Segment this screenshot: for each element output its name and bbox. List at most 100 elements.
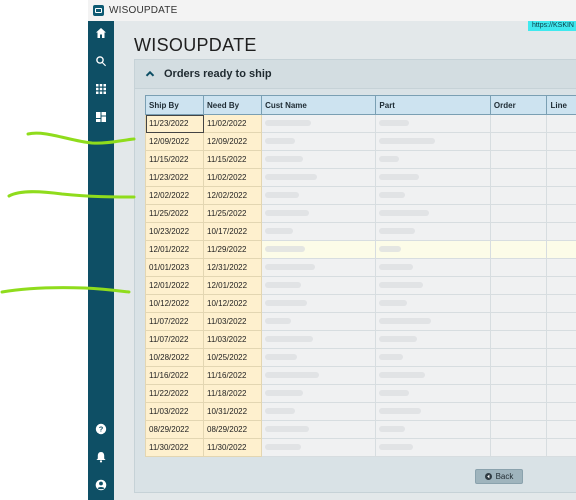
cell-cust-name-redacted[interactable] <box>261 258 377 277</box>
panel-header[interactable]: Orders ready to ship <box>135 60 576 89</box>
table-row[interactable]: 10/23/2022 10/17/2022 <box>145 222 576 241</box>
cell-order-redacted[interactable] <box>489 330 548 349</box>
cell-cust-name-redacted[interactable] <box>261 402 377 421</box>
cell-ship-by[interactable]: 12/01/2022 <box>145 240 205 259</box>
cell-part-redacted[interactable] <box>375 114 491 133</box>
table-row[interactable]: 12/01/2022 11/29/2022 <box>145 240 576 259</box>
cell-line-redacted[interactable] <box>546 222 576 241</box>
cell-cust-name-redacted[interactable] <box>261 168 377 187</box>
cell-order-redacted[interactable] <box>489 168 548 187</box>
cell-order-redacted[interactable] <box>489 204 548 223</box>
cell-ship-by[interactable]: 08/29/2022 <box>145 420 205 439</box>
cell-need-by[interactable]: 11/16/2022 <box>203 366 263 385</box>
cell-need-by[interactable]: 08/29/2022 <box>203 420 263 439</box>
table-row[interactable]: 11/15/2022 11/15/2022 <box>145 150 576 169</box>
back-button[interactable]: Back <box>475 469 523 484</box>
cell-need-by[interactable]: 12/02/2022 <box>203 186 263 205</box>
cell-cust-name-redacted[interactable] <box>261 330 377 349</box>
cell-part-redacted[interactable] <box>375 294 491 313</box>
cell-part-redacted[interactable] <box>375 438 491 457</box>
table-row[interactable]: 11/23/2022 11/02/2022 <box>145 114 576 133</box>
cell-line-redacted[interactable] <box>546 186 576 205</box>
cell-ship-by[interactable]: 12/02/2022 <box>145 186 205 205</box>
cell-need-by[interactable]: 12/01/2022 <box>203 276 263 295</box>
chevron-up-icon[interactable] <box>143 67 157 81</box>
table-row[interactable]: 11/07/2022 11/03/2022 <box>145 312 576 331</box>
cell-line-redacted[interactable] <box>546 348 576 367</box>
cell-ship-by[interactable]: 11/22/2022 <box>145 384 205 403</box>
cell-part-redacted[interactable] <box>375 150 491 169</box>
cell-order-redacted[interactable] <box>489 150 548 169</box>
cell-part-redacted[interactable] <box>375 168 491 187</box>
cell-part-redacted[interactable] <box>375 132 491 151</box>
cell-ship-by[interactable]: 11/30/2022 <box>145 438 205 457</box>
cell-part-redacted[interactable] <box>375 402 491 421</box>
help-icon[interactable]: ? <box>91 419 111 439</box>
apps-grid-icon[interactable] <box>91 79 111 99</box>
cell-line-redacted[interactable] <box>546 420 576 439</box>
cell-need-by[interactable]: 11/29/2022 <box>203 240 263 259</box>
column-header-need-by[interactable]: Need By <box>203 95 263 115</box>
table-row[interactable]: 01/01/2023 12/31/2022 <box>145 258 576 277</box>
cell-order-redacted[interactable] <box>489 186 548 205</box>
cell-need-by[interactable]: 11/03/2022 <box>203 312 263 331</box>
cell-cust-name-redacted[interactable] <box>261 186 377 205</box>
cell-ship-by[interactable]: 10/23/2022 <box>145 222 205 241</box>
cell-cust-name-redacted[interactable] <box>261 312 377 331</box>
cell-line-redacted[interactable] <box>546 114 576 133</box>
cell-line-redacted[interactable] <box>546 366 576 385</box>
table-row[interactable]: 11/23/2022 11/02/2022 <box>145 168 576 187</box>
cell-order-redacted[interactable] <box>489 132 548 151</box>
cell-need-by[interactable]: 11/02/2022 <box>203 168 263 187</box>
cell-ship-by[interactable]: 12/01/2022 <box>145 276 205 295</box>
home-icon[interactable] <box>91 23 111 43</box>
cell-ship-by[interactable]: 11/07/2022 <box>145 330 205 349</box>
cell-order-redacted[interactable] <box>489 348 548 367</box>
table-row[interactable]: 12/01/2022 12/01/2022 <box>145 276 576 295</box>
cell-part-redacted[interactable] <box>375 348 491 367</box>
table-row[interactable]: 11/07/2022 11/03/2022 <box>145 330 576 349</box>
search-icon[interactable] <box>91 51 111 71</box>
table-row[interactable]: 10/12/2022 10/12/2022 <box>145 294 576 313</box>
cell-need-by[interactable]: 11/25/2022 <box>203 204 263 223</box>
table-row[interactable]: 11/16/2022 11/16/2022 <box>145 366 576 385</box>
user-icon[interactable] <box>91 475 111 495</box>
cell-line-redacted[interactable] <box>546 204 576 223</box>
cell-ship-by[interactable]: 11/25/2022 <box>145 204 205 223</box>
cell-order-redacted[interactable] <box>489 222 548 241</box>
cell-ship-by[interactable]: 10/12/2022 <box>145 294 205 313</box>
table-row[interactable]: 08/29/2022 08/29/2022 <box>145 420 576 439</box>
cell-ship-by[interactable]: 11/23/2022 <box>145 168 205 187</box>
cell-order-redacted[interactable] <box>489 366 548 385</box>
table-row[interactable]: 12/09/2022 12/09/2022 <box>145 132 576 151</box>
cell-ship-by[interactable]: 11/07/2022 <box>145 312 205 331</box>
cell-part-redacted[interactable] <box>375 420 491 439</box>
column-header-order[interactable]: Order <box>489 95 548 115</box>
table-row[interactable]: 10/28/2022 10/25/2022 <box>145 348 576 367</box>
cell-cust-name-redacted[interactable] <box>261 420 377 439</box>
table-row[interactable]: 11/03/2022 10/31/2022 <box>145 402 576 421</box>
cell-order-redacted[interactable] <box>489 312 548 331</box>
cell-cust-name-redacted[interactable] <box>261 204 377 223</box>
cell-ship-by[interactable]: 01/01/2023 <box>145 258 205 277</box>
cell-ship-by[interactable]: 11/03/2022 <box>145 402 205 421</box>
cell-order-redacted[interactable] <box>489 384 548 403</box>
cell-ship-by[interactable]: 11/16/2022 <box>145 366 205 385</box>
table-row[interactable]: 11/22/2022 11/18/2022 <box>145 384 576 403</box>
cell-order-redacted[interactable] <box>489 438 548 457</box>
table-row[interactable]: 11/25/2022 11/25/2022 <box>145 204 576 223</box>
cell-line-redacted[interactable] <box>546 276 576 295</box>
dashboard-icon[interactable] <box>91 107 111 127</box>
cell-cust-name-redacted[interactable] <box>261 366 377 385</box>
cell-cust-name-redacted[interactable] <box>261 438 377 457</box>
cell-line-redacted[interactable] <box>546 150 576 169</box>
cell-order-redacted[interactable] <box>489 402 548 421</box>
cell-line-redacted[interactable] <box>546 294 576 313</box>
cell-ship-by[interactable]: 11/23/2022 <box>145 114 205 133</box>
table-row[interactable]: 12/02/2022 12/02/2022 <box>145 186 576 205</box>
cell-need-by[interactable]: 10/31/2022 <box>203 402 263 421</box>
cell-part-redacted[interactable] <box>375 384 491 403</box>
cell-need-by[interactable]: 10/17/2022 <box>203 222 263 241</box>
cell-cust-name-redacted[interactable] <box>261 114 377 133</box>
cell-line-redacted[interactable] <box>546 438 576 457</box>
